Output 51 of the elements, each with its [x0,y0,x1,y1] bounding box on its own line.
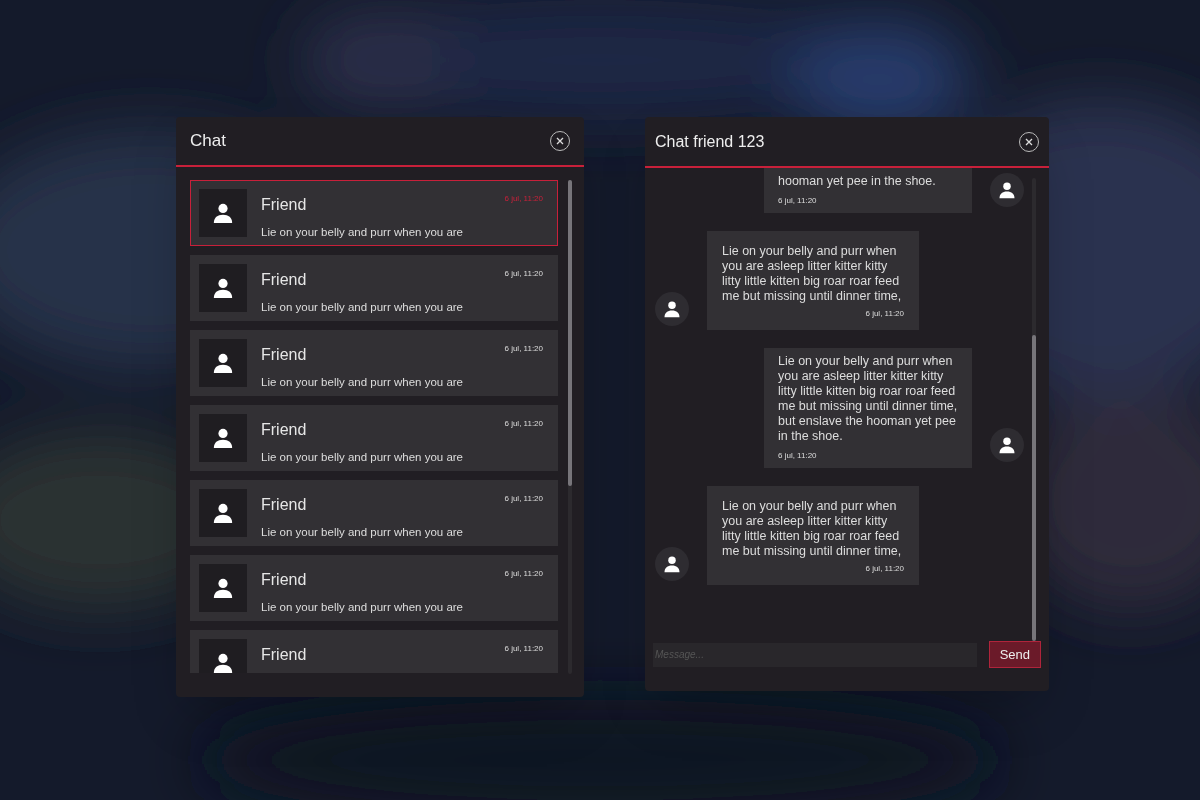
chat-list-item[interactable]: Friend 6 jul, 11:20 Lie on your belly and purr when you are [190,180,558,246]
message-text: Lie on your belly and purr when you are asleep litter kitter kitty litty little kitten big roar roar feed me but missing until dinner time, but enslave the hooman yet pee in the shoe. [778,354,958,444]
person-icon [212,277,234,299]
message-time: 6 jul, 11:20 [778,450,817,462]
chat-list-item[interactable]: Friend 6 jul, 11:20 Lie on your belly and purr when you are [190,330,558,396]
person-icon [212,502,234,524]
person-icon [212,427,234,449]
chat-list-item[interactable]: Friend 6 jul, 11:20 Lie on your belly and purr when you are [190,255,558,321]
chat-list-item[interactable]: Friend 6 jul, 11:20 Lie on your belly and purr when you are [190,480,558,546]
person-icon [212,352,234,374]
panel-title: Chat [190,130,226,153]
send-button[interactable]: Send [988,641,1041,668]
message-preview: Lie on your belly and purr when you are [261,450,464,465]
message-time: 6 jul, 11:20 [504,268,544,280]
message-time: 6 jul, 11:20 [504,418,544,430]
message-preview: Lie on your belly and purr when you are [261,375,464,390]
message-time: 6 jul, 11:20 [504,568,544,580]
message-time: 6 jul, 11:20 [778,195,817,207]
message-text: hooman yet pee in the shoe. [778,174,937,189]
contact-name: Friend [261,570,307,590]
person-icon [998,436,1016,454]
chat-list-item[interactable]: Friend 6 jul, 11:20 Lie on your belly and purr when you are [190,555,558,621]
close-icon [556,137,564,145]
chat-list-item[interactable]: Friend 6 jul, 11:20 Lie on your belly and purr when you are [190,405,558,471]
message-time: 6 jul, 11:20 [504,343,544,355]
message-text: Lie on your belly and purr when you are asleep litter kitter kitty litty little kitten big roar roar feed me but missing until dinner time, [722,499,903,559]
message-preview: Lie on your belly and purr when you are [261,600,464,615]
person-icon [212,577,234,599]
person-icon [212,652,234,673]
contact-name: Friend [261,270,307,290]
person-icon [663,555,681,573]
panel-title: Chat friend 123 [655,131,765,152]
message-time: 6 jul, 11:20 [504,493,544,505]
message-text: Lie on your belly and purr when you are asleep litter kitter kitty litty little kitten big roar roar feed me but missing until dinner time, [722,244,903,304]
message-preview: Lie on your belly and purr when you are [261,525,464,540]
contact-name: Friend [261,420,307,440]
person-icon [212,202,234,224]
message-time: 6 jul, 11:20 [865,563,904,575]
message-time: 6 jul, 11:20 [504,643,544,655]
message-time: 6 jul, 11:20 [865,308,904,320]
message-preview: Lie on your belly and purr when you are [261,300,464,315]
contact-name: Friend [261,495,307,515]
person-icon [998,181,1016,199]
contact-name: Friend [261,195,307,215]
person-icon [663,300,681,318]
contact-name: Friend [261,345,307,365]
chat-list-item[interactable]: Friend 6 jul, 11:20 [190,630,558,673]
contact-name: Friend [261,645,307,665]
close-icon [1025,137,1033,146]
message-time: 6 jul, 11:20 [504,193,544,205]
message-preview: Lie on your belly and purr when you are [261,225,464,240]
